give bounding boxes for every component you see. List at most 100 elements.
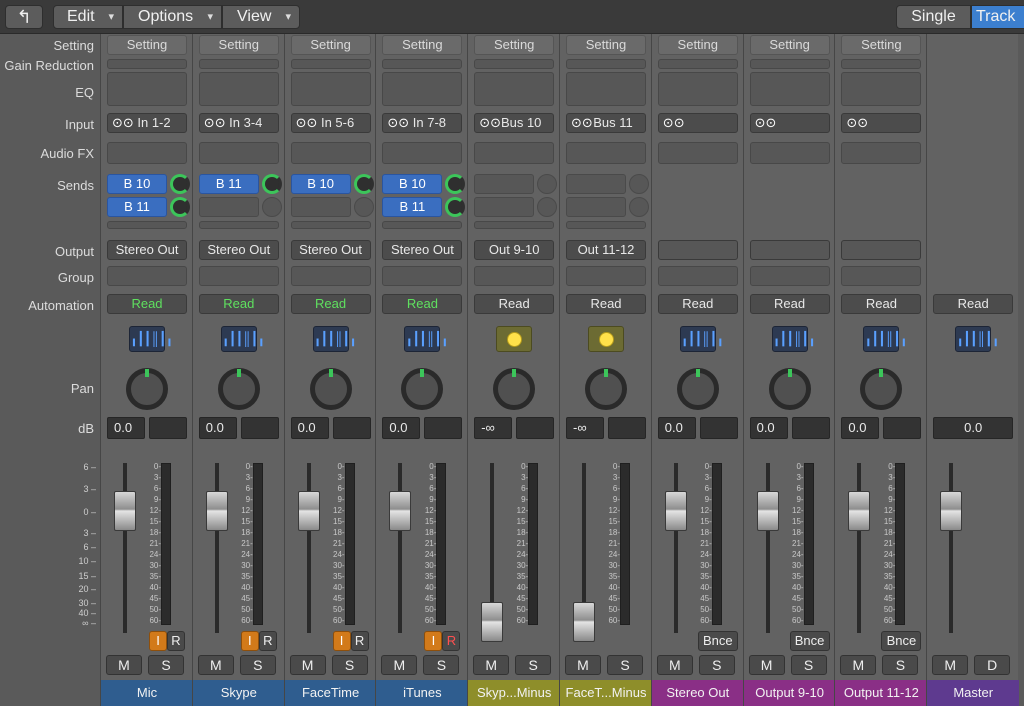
automation-mode-button[interactable]: Read xyxy=(198,294,279,314)
volume-fader[interactable] xyxy=(481,602,504,642)
eq-thumbnail[interactable] xyxy=(566,72,646,106)
channel-name[interactable]: Master xyxy=(927,680,1020,706)
input-slot[interactable]: ⊙⊙ xyxy=(657,113,738,133)
pan-knob[interactable] xyxy=(217,368,260,410)
send-slot[interactable] xyxy=(290,197,351,217)
pan-knob[interactable] xyxy=(676,368,719,410)
volume-fader[interactable] xyxy=(114,491,136,531)
setting-button[interactable]: Setting xyxy=(198,35,279,55)
channel-name[interactable]: Mic xyxy=(101,680,193,706)
eq-thumbnail[interactable] xyxy=(290,72,371,106)
setting-button[interactable]: Setting xyxy=(657,35,738,55)
input-slot[interactable]: ⊙⊙ Bus 10 xyxy=(474,113,555,133)
eq-thumbnail[interactable] xyxy=(749,72,830,106)
volume-fader[interactable] xyxy=(848,491,871,531)
automation-mode-button[interactable]: Read xyxy=(933,294,1014,314)
send-level-knob[interactable] xyxy=(445,197,466,217)
track-view-button[interactable]: Track xyxy=(971,5,1024,29)
channel-name[interactable]: iTunes xyxy=(376,680,469,706)
pan-knob[interactable] xyxy=(768,368,811,410)
mute-button[interactable]: M xyxy=(381,655,418,675)
setting-button[interactable]: Setting xyxy=(749,35,830,55)
send-level-knob[interactable] xyxy=(537,174,558,194)
send-level-knob[interactable] xyxy=(170,174,190,194)
mute-button[interactable]: M xyxy=(106,655,142,675)
input-slot[interactable]: ⊙⊙ xyxy=(841,113,922,133)
volume-fader[interactable] xyxy=(756,491,779,531)
volume-fader[interactable] xyxy=(389,491,412,531)
channel-name[interactable]: Stereo Out xyxy=(651,680,744,706)
eq-thumbnail[interactable] xyxy=(382,72,463,106)
record-enable-button[interactable]: R xyxy=(350,631,369,651)
send-slot-empty[interactable] xyxy=(566,221,646,229)
automation-mode-button[interactable]: Read xyxy=(657,294,738,314)
send-slot[interactable]: B 11 xyxy=(382,197,443,217)
input-monitor-button[interactable]: I xyxy=(149,631,167,651)
mute-button[interactable]: M xyxy=(656,655,693,675)
audio-fx-slot[interactable] xyxy=(107,142,187,164)
channel-name[interactable]: Skyp...Minus xyxy=(468,680,561,706)
group-slot[interactable] xyxy=(474,266,555,286)
output-slot[interactable] xyxy=(657,240,738,260)
waveform-icon[interactable]: ╻┃┃║┃╻ xyxy=(129,326,173,352)
input-slot[interactable]: ⊙⊙ In 1-2 xyxy=(107,113,187,133)
audio-fx-slot[interactable] xyxy=(841,142,922,164)
output-slot[interactable]: Out 9-10 xyxy=(474,240,555,260)
group-slot[interactable] xyxy=(198,266,279,286)
waveform-icon[interactable]: ╻┃┃║┃╻ xyxy=(312,326,357,352)
volume-db-readout[interactable]: 0.0 xyxy=(198,417,237,439)
volume-fader[interactable] xyxy=(205,491,228,531)
group-slot[interactable] xyxy=(566,266,646,286)
solo-button[interactable]: S xyxy=(239,655,276,675)
output-slot[interactable]: Stereo Out xyxy=(107,240,187,260)
solo-button[interactable]: S xyxy=(607,655,643,675)
automation-mode-button[interactable]: Read xyxy=(382,294,463,314)
eq-thumbnail[interactable] xyxy=(198,72,279,106)
mute-button[interactable]: M xyxy=(289,655,326,675)
setting-button[interactable]: Setting xyxy=(841,35,922,55)
volume-db-readout[interactable]: 0.0 xyxy=(841,417,880,439)
send-level-knob[interactable] xyxy=(353,174,374,194)
automation-mode-button[interactable]: Read xyxy=(749,294,830,314)
eq-thumbnail[interactable] xyxy=(841,72,922,106)
input-monitor-button[interactable]: I xyxy=(332,631,351,651)
volume-db-readout[interactable]: 0.0 xyxy=(107,417,145,439)
send-slot[interactable]: B 10 xyxy=(382,174,443,194)
waveform-icon[interactable]: ╻┃┃║┃╻ xyxy=(404,326,449,352)
group-slot[interactable] xyxy=(841,266,922,286)
pan-knob[interactable] xyxy=(126,368,168,410)
setting-button[interactable]: Setting xyxy=(566,35,646,55)
input-slot[interactable]: ⊙⊙ In 5-6 xyxy=(290,113,371,133)
send-slot-empty[interactable] xyxy=(198,221,279,229)
record-enable-button[interactable]: R xyxy=(442,631,461,651)
channel-name[interactable]: FaceT...Minus xyxy=(560,680,652,706)
output-slot[interactable]: Stereo Out xyxy=(290,240,371,260)
volume-db-readout[interactable]: 0.0 xyxy=(749,417,788,439)
setting-button[interactable]: Setting xyxy=(382,35,463,55)
solo-button[interactable]: S xyxy=(423,655,460,675)
pan-knob[interactable] xyxy=(860,368,903,410)
automation-mode-button[interactable]: Read xyxy=(474,294,555,314)
gain-icon[interactable] xyxy=(588,326,624,352)
audio-fx-slot[interactable] xyxy=(566,142,646,164)
automation-mode-button[interactable]: Read xyxy=(841,294,922,314)
input-monitor-button[interactable]: I xyxy=(424,631,443,651)
volume-db-readout[interactable]: 0.0 xyxy=(933,417,1014,439)
group-slot[interactable] xyxy=(382,266,463,286)
send-level-knob[interactable] xyxy=(170,197,190,217)
setting-button[interactable]: Setting xyxy=(107,35,187,55)
audio-fx-slot[interactable] xyxy=(198,142,279,164)
send-slot[interactable]: B 11 xyxy=(198,174,259,194)
dim-button[interactable]: D xyxy=(974,655,1011,675)
back-icon[interactable]: ↰ xyxy=(5,5,43,29)
single-view-button[interactable]: Single xyxy=(896,5,971,29)
send-slot-empty[interactable] xyxy=(474,221,555,229)
send-level-knob[interactable] xyxy=(261,174,282,194)
waveform-icon[interactable]: ╻┃┃║┃╻ xyxy=(679,326,724,352)
send-slot-empty[interactable] xyxy=(382,221,463,229)
send-slot[interactable] xyxy=(566,197,626,217)
edit-menu-button[interactable]: Edit ▾ xyxy=(53,5,123,29)
solo-button[interactable]: S xyxy=(515,655,552,675)
volume-db-readout[interactable]: 0.0 xyxy=(657,417,696,439)
bounce-button[interactable]: Bnce xyxy=(881,631,922,651)
